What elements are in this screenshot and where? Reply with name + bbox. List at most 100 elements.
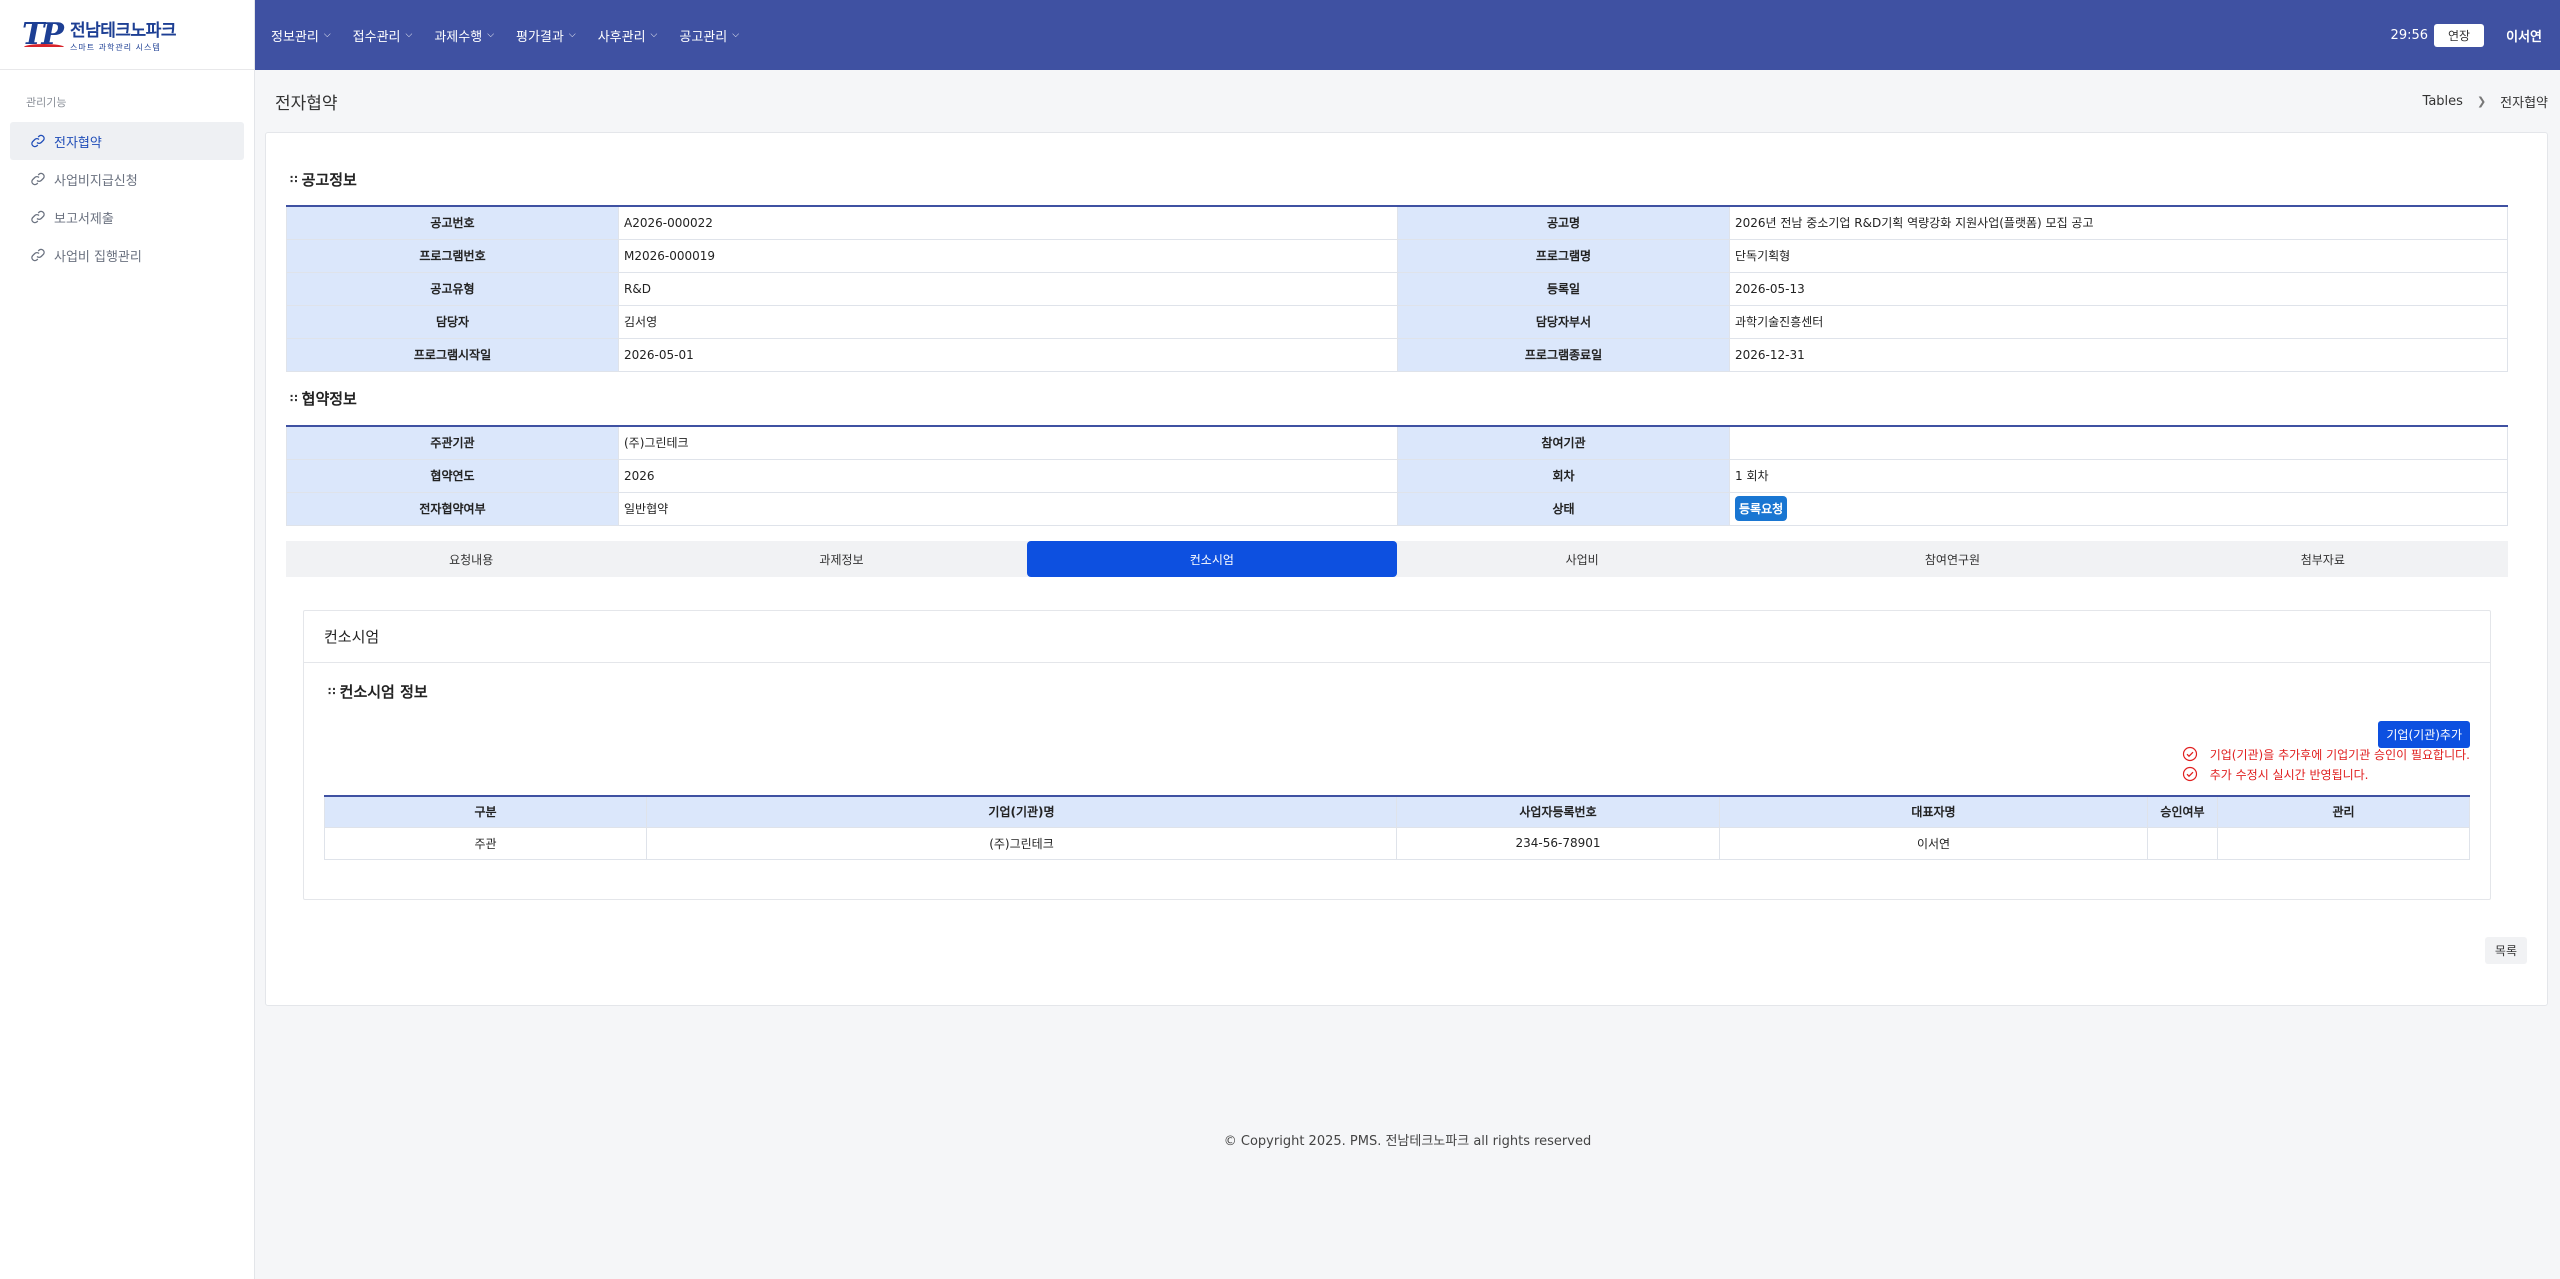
chevron-down-icon: ⌵ bbox=[732, 30, 740, 40]
column-header: 승인여부 bbox=[2147, 795, 2218, 828]
field-value: 2026-12-31 bbox=[1729, 337, 2508, 372]
tab-consortium[interactable]: 컨소시엄 bbox=[1026, 541, 1397, 577]
list-button[interactable]: 목록 bbox=[2484, 937, 2527, 964]
grip-dots-icon: ∷ bbox=[290, 173, 298, 186]
logo[interactable]: TP 전남테크노파크 스마트 과학관리 시스템 bbox=[0, 0, 254, 70]
sidebar-item-payment-request[interactable]: 사업비지급신청 bbox=[10, 160, 244, 198]
field-label: 프로그램명 bbox=[1397, 238, 1730, 273]
field-label: 참여기관 bbox=[1397, 425, 1730, 460]
link-icon bbox=[30, 247, 46, 263]
nav-evaluation-results[interactable]: 평가결과 ⌵ bbox=[516, 26, 576, 45]
logo-mark-icon: TP bbox=[22, 17, 66, 52]
cell-division: 주관 bbox=[324, 826, 647, 860]
field-value: (주)그린테크 bbox=[618, 425, 1398, 460]
field-label: 협약연도 bbox=[286, 458, 619, 493]
nav-info-management[interactable]: 정보관리 ⌵ bbox=[271, 26, 331, 45]
cell-business-number: 234-56-78901 bbox=[1396, 826, 1720, 860]
announcement-info-table: 공고번호 A2026-000022 공고명 2026년 전남 중소기업 R&D기… bbox=[286, 205, 2508, 372]
sidebar-item-e-agreement[interactable]: 전자협약 bbox=[10, 122, 244, 160]
field-label: 프로그램종료일 bbox=[1397, 337, 1730, 372]
notice-item: 추가 수정시 실시간 반영됩니다. bbox=[2182, 764, 2470, 784]
table-row: 프로그램번호 M2026-000019 프로그램명 단독기획형 bbox=[286, 238, 2508, 273]
chevron-right-icon: ❯ bbox=[2476, 95, 2487, 108]
field-label: 프로그램번호 bbox=[286, 238, 619, 273]
detail-tabs: 요청내용 과제정보 컨소시엄 사업비 참여연구원 첨부자료 bbox=[286, 541, 2508, 577]
agreement-info-table: 주관기관 (주)그린테크 참여기관 협약연도 2026 회차 1 회차 전자협약… bbox=[286, 425, 2508, 526]
nav-followup-management[interactable]: 사후관리 ⌵ bbox=[598, 26, 658, 45]
status-cell: 등록요청 bbox=[1729, 491, 2508, 526]
tab-project-info[interactable]: 과제정보 bbox=[656, 541, 1026, 577]
tab-attachments[interactable]: 첨부자료 bbox=[2138, 541, 2508, 577]
field-label: 등록일 bbox=[1397, 271, 1730, 306]
grip-dots-icon: ∷ bbox=[290, 392, 298, 405]
table-row[interactable]: 주관 (주)그린테크 234-56-78901 이서연 bbox=[324, 826, 2470, 860]
field-label: 공고유형 bbox=[286, 271, 619, 306]
check-circle-icon bbox=[2182, 746, 2197, 762]
column-header: 관리 bbox=[2217, 795, 2470, 828]
field-value: 2026년 전남 중소기업 R&D기획 역량강화 지원사업(플랫폼) 모집 공고 bbox=[1729, 205, 2508, 240]
nav-project-execution[interactable]: 과제수행 ⌵ bbox=[434, 26, 494, 45]
field-value: M2026-000019 bbox=[618, 238, 1398, 273]
field-value: 과학기술진흥센터 bbox=[1729, 304, 2508, 339]
nav-label: 접수관리 bbox=[352, 29, 401, 45]
cell-manage bbox=[2217, 826, 2470, 860]
field-label: 담당자 bbox=[286, 304, 619, 339]
sidebar-menu: 전자협약 사업비지급신청 보고서제출 사업비 집행관리 bbox=[0, 122, 254, 274]
status-badge: 등록요청 bbox=[1735, 496, 1788, 521]
consortium-table: 구분 기업(기관)명 사업자등록번호 대표자명 승인여부 관리 주관 (주)그린… bbox=[324, 795, 2470, 860]
nav-label: 공고관리 bbox=[679, 29, 728, 45]
cell-representative: 이서연 bbox=[1719, 826, 2148, 860]
chevron-down-icon: ⌵ bbox=[405, 30, 413, 40]
nav-label: 평가결과 bbox=[516, 29, 564, 45]
session-timer: 29:56 bbox=[2390, 27, 2429, 43]
sidebar-item-label: 전자협약 bbox=[54, 135, 102, 151]
nav-reception-management[interactable]: 접수관리 ⌵ bbox=[353, 26, 413, 45]
table-row: 전자협약여부 일반협약 상태 등록요청 bbox=[286, 491, 2508, 526]
column-header: 기업(기관)명 bbox=[646, 795, 1397, 828]
link-icon bbox=[30, 209, 46, 225]
field-label: 회차 bbox=[1397, 458, 1730, 493]
notice-list: 기업(기관)을 추가후에 기업기관 승인이 필요합니다. 추가 수정시 실시간 … bbox=[2182, 744, 2470, 784]
field-label: 상태 bbox=[1397, 491, 1730, 526]
sidebar-item-label: 보고서제출 bbox=[54, 211, 114, 227]
panel-title: 컨소시엄 bbox=[304, 611, 2490, 663]
nav-label: 과제수행 bbox=[434, 29, 483, 45]
field-label: 공고번호 bbox=[286, 205, 619, 240]
sidebar-item-report-submit[interactable]: 보고서제출 bbox=[10, 198, 244, 236]
sidebar-item-label: 사업비지급신청 bbox=[54, 173, 138, 189]
consortium-panel: 컨소시엄 ∷ 컨소시엄 정보 기업(기관)추가 기업(기관)을 추가후에 기업기… bbox=[303, 610, 2491, 900]
tab-project-budget[interactable]: 사업비 bbox=[1397, 541, 1767, 577]
user-name[interactable]: 이서연 bbox=[2506, 26, 2542, 45]
table-row: 담당자 김서영 담당자부서 과학기술진흥센터 bbox=[286, 304, 2508, 339]
notice-text: 추가 수정시 실시간 반영됩니다. bbox=[2209, 767, 2369, 782]
column-header: 구분 bbox=[324, 795, 647, 828]
section-title-text: 컨소시엄 정보 bbox=[339, 683, 428, 701]
agreement-section-title: ∷ 협약정보 bbox=[290, 388, 357, 409]
field-value: A2026-000022 bbox=[618, 205, 1398, 240]
top-navbar: 정보관리 ⌵ 접수관리 ⌵ 과제수행 ⌵ 평가결과 ⌵ 사후관리 ⌵ 공고관리 ⌵ 29:5… bbox=[255, 0, 2560, 70]
section-title-text: 협약정보 bbox=[301, 390, 357, 408]
cell-org-name: (주)그린테크 bbox=[646, 826, 1397, 860]
field-label: 공고명 bbox=[1397, 205, 1730, 240]
column-header: 사업자등록번호 bbox=[1396, 795, 1720, 828]
sidebar-section-label: 관리기능 bbox=[26, 96, 67, 109]
footer-copyright: © Copyright 2025. PMS. 전남테크노파크 all right… bbox=[1223, 1134, 1592, 1149]
sidebar-item-expense-management[interactable]: 사업비 집행관리 bbox=[10, 236, 244, 274]
chevron-down-icon: ⌵ bbox=[650, 30, 658, 40]
breadcrumb-item-tables[interactable]: Tables bbox=[2423, 94, 2463, 109]
notice-text: 기업(기관)을 추가후에 기업기관 승인이 필요합니다. bbox=[2209, 747, 2470, 762]
field-label: 전자협약여부 bbox=[286, 491, 619, 526]
table-header-row: 구분 기업(기관)명 사업자등록번호 대표자명 승인여부 관리 bbox=[324, 795, 2470, 828]
field-value bbox=[1729, 425, 2508, 460]
table-row: 주관기관 (주)그린테크 참여기관 bbox=[286, 425, 2508, 460]
nav-announcement-management[interactable]: 공고관리 ⌵ bbox=[679, 26, 739, 45]
tab-researchers[interactable]: 참여연구원 bbox=[1767, 541, 2137, 577]
page-header: 전자협약 Tables ❯ 전자협약 bbox=[255, 70, 2560, 132]
consortium-section-title: ∷ 컨소시엄 정보 bbox=[328, 681, 428, 702]
extend-session-button[interactable]: 연장 bbox=[2434, 23, 2485, 47]
check-circle-icon bbox=[2182, 766, 2197, 782]
tab-request-content[interactable]: 요청내용 bbox=[286, 541, 656, 577]
grip-dots-icon: ∷ bbox=[328, 685, 336, 698]
nav-label: 정보관리 bbox=[271, 29, 319, 45]
field-value: R&D bbox=[618, 271, 1398, 306]
